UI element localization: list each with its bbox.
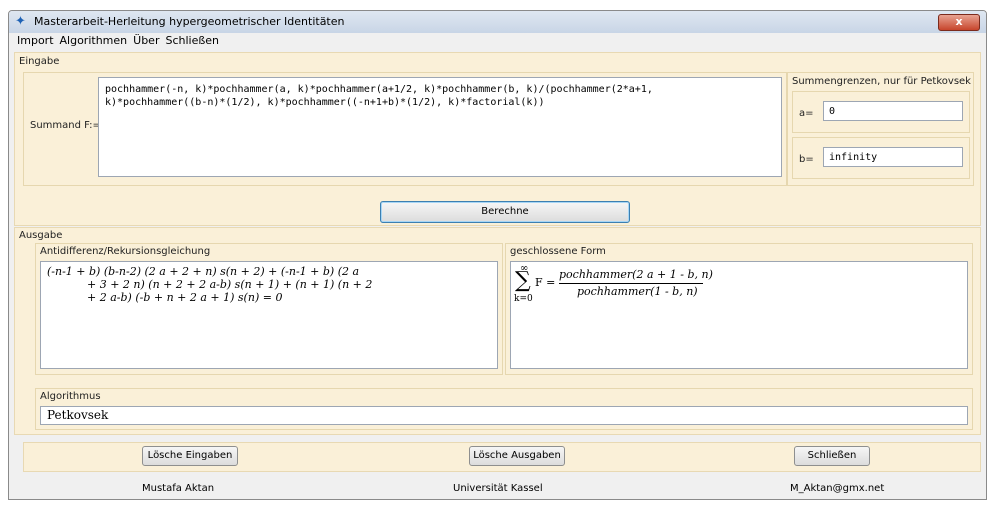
menu-import[interactable]: Import [17, 34, 54, 47]
main-window: ✦ Masterarbeit-Herleitung hypergeometris… [8, 10, 987, 500]
ausgabe-label: Ausgabe [19, 230, 63, 241]
footer-author: Mustafa Aktan [142, 483, 215, 494]
anti-line-2: + 3 + 2 n) (n + 2 + 2 a-b) s(n + 1) + (n… [87, 278, 373, 291]
berechne-button[interactable]: Berechne [380, 201, 630, 223]
anti-output[interactable]: (-n-1 + b) (b-n-2) (2 a + 2 + n) s(n + 2… [40, 261, 498, 369]
ausgabe-panel: Ausgabe Antidifferenz/Rekursionsgleichun… [14, 227, 981, 435]
menu-schliessen[interactable]: Schließen [165, 34, 219, 47]
summand-label: Summand F:= [30, 120, 101, 131]
anti-group: Antidifferenz/Rekursionsgleichung (-n-1 … [35, 243, 503, 375]
a-input[interactable]: 0 [823, 101, 963, 121]
a-group: a= 0 [792, 91, 970, 133]
sum-lower: k=0 [514, 294, 533, 304]
grenzen-label: Summengrenzen, nur für Petkovsek [792, 76, 971, 87]
menu-bar: Import Algorithmen Über Schließen [9, 33, 986, 49]
loesche-ausgaben-button[interactable]: Lösche Ausgaben [469, 446, 565, 466]
footer-email: M_Aktan@gmx.net [790, 483, 885, 494]
button-bar: Lösche Eingaben Lösche Ausgaben Schließe… [23, 442, 981, 472]
close-window-button[interactable]: x [938, 14, 980, 31]
anti-label: Antidifferenz/Rekursionsgleichung [40, 246, 211, 257]
menu-algorithmen[interactable]: Algorithmen [60, 34, 128, 47]
a-label: a= [799, 108, 814, 119]
closed-output[interactable]: ∞ ∑ k=0 F = pochhammer(2 a + 1 - b, n) p… [510, 261, 968, 369]
summand-line-1: pochhammer(-n, k)*pochhammer(a, k)*pochh… [105, 84, 653, 95]
loesche-eingaben-button[interactable]: Lösche Eingaben [142, 446, 238, 466]
closed-denominator: pochhammer(1 - b, n) [577, 285, 698, 298]
anti-line-3: + 2 a-b) (-b + n + 2 a + 1) s(n) = 0 [87, 291, 283, 304]
footer-university: Universität Kassel [453, 483, 543, 494]
b-label: b= [799, 154, 814, 165]
closed-group: geschlossene Form ∞ ∑ k=0 F = pochhammer… [505, 243, 973, 375]
eingabe-panel: Eingabe Summand F:= pochhammer(-n, k)*po… [14, 52, 981, 226]
summand-input[interactable]: pochhammer(-n, k)*pochhammer(a, k)*pochh… [98, 77, 782, 177]
summand-group: Summand F:= pochhammer(-n, k)*pochhammer… [23, 72, 787, 186]
algo-output[interactable]: Petkovsek [40, 406, 968, 425]
algo-label: Algorithmus [40, 391, 101, 402]
closed-numerator: pochhammer(2 a + 1 - b, n) [559, 268, 713, 281]
schliessen-button[interactable]: Schließen [794, 446, 870, 466]
sigma-symbol: ∑ [515, 268, 531, 293]
eingabe-label: Eingabe [19, 56, 60, 67]
grenzen-group: Summengrenzen, nur für Petkovsek a= 0 b=… [787, 72, 974, 186]
b-group: b= infinity [792, 137, 970, 179]
title-bar[interactable]: ✦ Masterarbeit-Herleitung hypergeometris… [9, 11, 986, 34]
menu-ueber[interactable]: Über [133, 34, 159, 47]
app-icon: ✦ [15, 14, 26, 29]
window-title: Masterarbeit-Herleitung hypergeometrisch… [34, 15, 345, 28]
closed-label: geschlossene Form [510, 246, 606, 257]
b-input[interactable]: infinity [823, 147, 963, 167]
algo-group: Algorithmus Petkovsek [35, 388, 973, 430]
anti-line-1: (-n-1 + b) (b-n-2) (2 a + 2 + n) s(n + 2… [47, 265, 360, 278]
summand-line-2: k)*pochhammer((b-n)*(1/2), k)*pochhammer… [105, 97, 545, 108]
closed-F: F = [535, 276, 556, 289]
fraction-bar [559, 283, 703, 284]
